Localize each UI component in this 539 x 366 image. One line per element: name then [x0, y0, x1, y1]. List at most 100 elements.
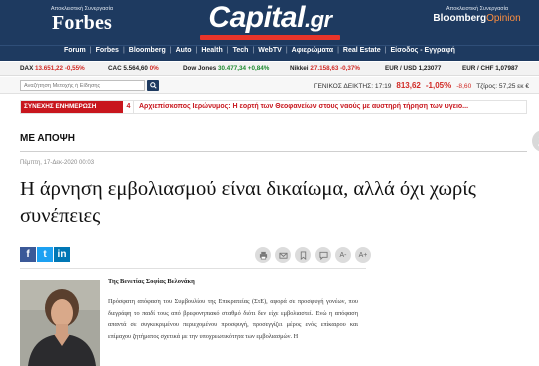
bloomberg-partner-logo[interactable]: Αποκλειστική Συνεργασία BloombergOpinion: [424, 6, 530, 26]
market-item-dow-jones[interactable]: Dow Jones 30.477,34 +0,84%: [183, 65, 269, 72]
nav-separator: |: [384, 47, 387, 54]
nav-separator: |: [226, 47, 229, 54]
nav-item-tech[interactable]: Tech: [233, 47, 249, 54]
article-body: Πρόσφατη απόφαση του Συμβουλίου της Επικ…: [108, 296, 358, 342]
capital-logo-main: Capital: [208, 1, 305, 34]
search-button[interactable]: [147, 80, 159, 91]
font-decrease-button[interactable]: A-: [335, 247, 351, 263]
print-icon: [259, 251, 267, 259]
linkedin-share-button[interactable]: in: [54, 247, 70, 262]
rss-icon[interactable]: [532, 130, 539, 152]
market-change: -0,37%: [340, 65, 361, 72]
nav-separator: |: [122, 47, 125, 54]
capital-logo-suffix: .gr: [304, 7, 332, 32]
bloomberg-logo-main: Bloomberg: [433, 13, 487, 24]
bloomberg-logo-text: BloombergOpinion: [424, 12, 530, 26]
index-value: 813,62: [396, 81, 421, 90]
nav-separator: |: [252, 47, 255, 54]
article-date: Πέμπτη, 17-Δεκ-2020 00:03: [20, 160, 95, 166]
search-input[interactable]: [20, 80, 145, 91]
market-item-cac[interactable]: CAC 5.564,60 0%: [108, 65, 159, 72]
nav-separator: |: [169, 47, 172, 54]
author-portrait: [20, 280, 100, 366]
facebook-icon: f: [26, 249, 30, 260]
breaking-news-bar: ΣΥΝΕΧΗΣ ΕΝΗΜΕΡΩΣΗ 4 Αρχιεπίσκοπος Ιερώνυ…: [20, 100, 527, 114]
nav-item-bloomberg[interactable]: Bloomberg: [129, 47, 166, 54]
market-name: EUR / CHF: [462, 65, 494, 72]
email-icon: [278, 252, 288, 259]
general-index[interactable]: ΓΕΝΙΚΟΣ ΔΕΙΚΤΗΣ: 17:19 813,62 -1,05% -8,…: [314, 81, 529, 90]
site-header: Αποκλειστική Συνεργασία Forbes Capital.g…: [0, 0, 539, 45]
index-label: ΓΕΝΙΚΟΣ ΔΕΙΚΤΗΣ: 17:19: [313, 83, 392, 90]
article-paragraph: Πρόσφατη απόφαση του Συμβουλίου της Επικ…: [108, 298, 358, 340]
index-turnover: Τζίρος: 57,25 εκ €: [476, 83, 529, 90]
comment-icon: [318, 251, 328, 260]
article-byline: Της Βενετίας Σοφίας Βελονάκη: [108, 278, 195, 285]
facebook-share-button[interactable]: f: [20, 247, 36, 262]
twitter-icon: t: [43, 249, 47, 260]
index-percent: -1,05%: [425, 81, 452, 90]
bookmark-icon: [300, 250, 306, 260]
market-name: Nikkei: [290, 65, 309, 72]
search-index-bar: ΓΕΝΙΚΟΣ ΔΕΙΚΤΗΣ: 17:19 813,62 -1,05% -8,…: [0, 77, 539, 94]
nav-separator: |: [337, 47, 339, 54]
market-value: 30.477,34: [218, 65, 247, 72]
market-value: 1,07987: [495, 65, 519, 72]
comment-button[interactable]: [315, 247, 331, 263]
section-divider: [20, 151, 527, 152]
market-name: DAX: [20, 65, 34, 72]
market-item-eur-chf[interactable]: EUR / CHF 1,07987: [462, 65, 518, 72]
forbes-partner-logo[interactable]: Αποκλειστική Συνεργασία Forbes: [44, 6, 120, 34]
author-photo: [20, 280, 100, 366]
nav-separator: |: [89, 47, 92, 54]
bookmark-button[interactable]: [295, 247, 311, 263]
market-name: Dow Jones: [183, 65, 217, 72]
nav-item-forbes[interactable]: Forbes: [96, 47, 119, 54]
nav-item-health[interactable]: Health: [201, 47, 222, 54]
nav-separator: |: [285, 47, 288, 54]
tools-divider: [20, 268, 366, 269]
nav-item-afieromata[interactable]: Αφιερώματα: [292, 47, 333, 54]
nav-separator: |: [195, 47, 198, 54]
email-button[interactable]: [275, 247, 291, 263]
market-value: 5.564,60: [123, 65, 148, 72]
capital-logo[interactable]: Capital.gr: [196, 2, 344, 40]
market-item-nikkei[interactable]: Nikkei 27.158,63 -0,37%: [290, 65, 360, 72]
capital-logo-text: Capital.gr: [196, 2, 344, 36]
breaking-news-link[interactable]: Αρχιεπίσκοπος Ιερώνυμος: Η εορτή των Θεο…: [139, 101, 527, 113]
forbes-logo-text: Forbes: [51, 12, 113, 34]
nav-item-real-estate[interactable]: Real Estate: [343, 47, 381, 54]
breaking-news-number: 4: [124, 101, 134, 113]
market-name: EUR / USD: [385, 65, 417, 72]
nav-item-webtv[interactable]: WebTV: [258, 47, 282, 54]
nav-item-auto[interactable]: Auto: [176, 47, 192, 54]
capital-logo-underline: [200, 35, 340, 40]
breaking-news-label: ΣΥΝΕΧΗΣ ΕΝΗΜΕΡΩΣΗ: [21, 101, 123, 113]
market-name: CAC: [108, 65, 122, 72]
section-title[interactable]: ΜΕ ΑΠΟΨΗ: [20, 133, 75, 144]
font-increase-button[interactable]: A+: [355, 247, 371, 263]
share-buttons: f t in: [20, 247, 70, 262]
nav-item-forum[interactable]: Forum: [64, 47, 86, 54]
index-change: -8,60: [456, 83, 472, 90]
market-ticker: DAX 13.651,22 -0,55% CAC 5.564,60 0% Dow…: [0, 62, 539, 76]
linkedin-icon: in: [57, 249, 67, 260]
market-value: 27.158,63: [310, 65, 339, 72]
font-decrease-icon: A-: [339, 251, 347, 259]
main-nav: Forum | Forbes | Bloomberg | Auto | Health | …: [0, 45, 539, 61]
market-change: +0,84%: [247, 65, 270, 72]
nav-item-login[interactable]: Είσοδος - Εγγραφή: [390, 47, 454, 54]
market-value: 13.651,22: [35, 65, 64, 72]
search-icon: [149, 82, 157, 89]
print-button[interactable]: [255, 247, 271, 263]
market-value: 1,23077: [418, 65, 442, 72]
market-item-eur-usd[interactable]: EUR / USD 1,23077: [385, 65, 441, 72]
nav-list: Forum | Forbes | Bloomberg | Auto | Health | …: [64, 47, 455, 54]
market-item-dax[interactable]: DAX 13.651,22 -0,55%: [20, 65, 85, 72]
market-change: 0%: [149, 65, 159, 72]
market-change: -0,55%: [64, 65, 85, 72]
article-headline: Η άρνηση εμβολιασμού είναι δικαίωμα, αλλ…: [20, 178, 476, 227]
font-increase-icon: A+: [358, 251, 368, 259]
bloomberg-logo-suffix: Opinion: [486, 13, 521, 24]
twitter-share-button[interactable]: t: [37, 247, 53, 262]
